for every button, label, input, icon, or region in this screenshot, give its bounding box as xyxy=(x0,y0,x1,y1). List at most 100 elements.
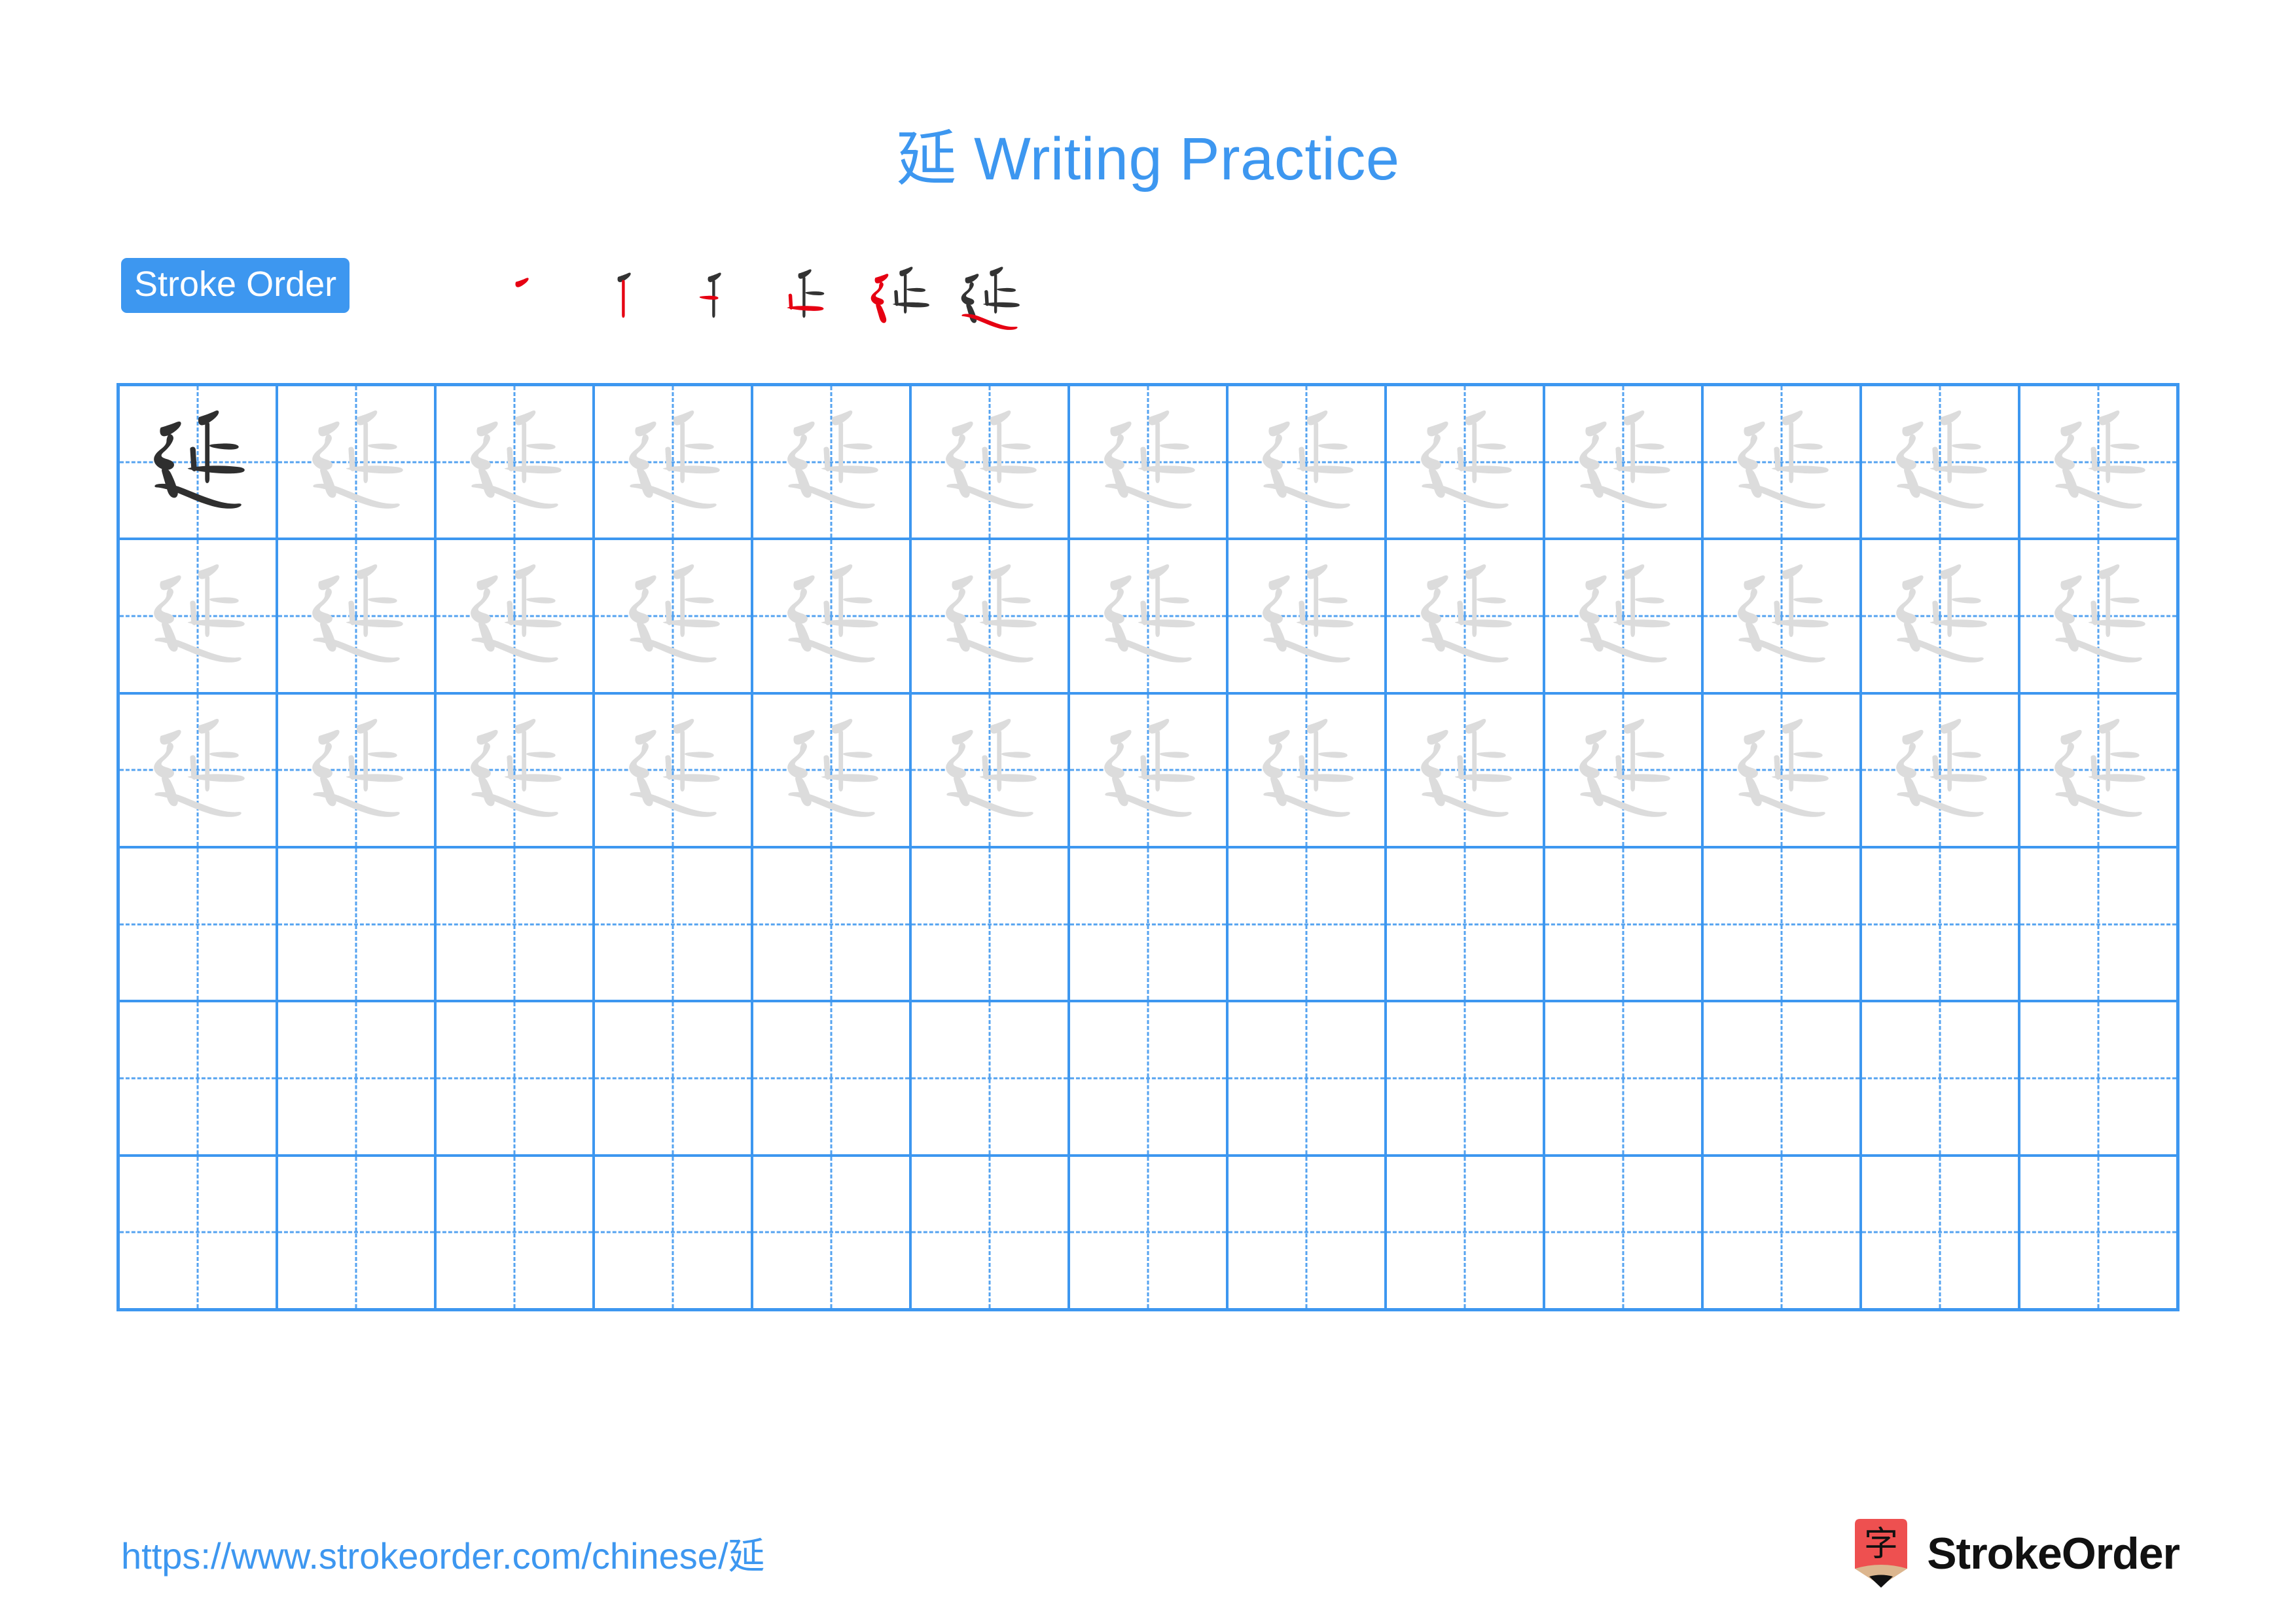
practice-cell-empty[interactable] xyxy=(912,848,1070,1000)
practice-cell-empty[interactable] xyxy=(595,1002,753,1154)
stroke-step-4 xyxy=(766,257,852,343)
practice-cell-trace[interactable] xyxy=(437,540,595,692)
practice-cell-empty[interactable] xyxy=(2020,1002,2176,1154)
practice-cell-empty[interactable] xyxy=(753,848,912,1000)
trace-character xyxy=(120,540,276,691)
trace-character xyxy=(1704,695,1859,846)
practice-cell-trace[interactable] xyxy=(1387,694,1545,846)
practice-cell-empty[interactable] xyxy=(1070,1156,1229,1308)
stroke-2-new xyxy=(622,280,625,318)
practice-cell-trace[interactable] xyxy=(595,540,753,692)
practice-cell-empty[interactable] xyxy=(1704,848,1862,1000)
practice-cell-trace[interactable] xyxy=(278,540,437,692)
practice-grid xyxy=(117,383,2179,1311)
practice-cell-trace[interactable] xyxy=(1545,540,1704,692)
stroke-5-done xyxy=(892,266,930,314)
practice-cell-trace[interactable] xyxy=(1229,540,1387,692)
practice-cell-empty[interactable] xyxy=(912,1002,1070,1154)
trace-character xyxy=(120,695,276,846)
practice-cell-trace[interactable] xyxy=(437,694,595,846)
practice-cell-empty[interactable] xyxy=(1545,848,1704,1000)
practice-cell-empty[interactable] xyxy=(2020,848,2176,1000)
stroke-3-new xyxy=(699,295,719,300)
practice-cell-trace[interactable] xyxy=(2020,540,2176,691)
practice-cell-trace[interactable] xyxy=(120,694,278,846)
practice-cell-empty[interactable] xyxy=(912,1156,1070,1308)
practice-cell-trace[interactable] xyxy=(753,540,912,692)
practice-cell-trace[interactable] xyxy=(1545,694,1704,846)
trace-character xyxy=(1545,540,1701,691)
practice-cell-ink[interactable] xyxy=(120,386,278,538)
practice-cell-empty[interactable] xyxy=(278,848,437,1000)
practice-cell-trace[interactable] xyxy=(1704,540,1862,692)
practice-cell-trace[interactable] xyxy=(595,694,753,846)
practice-cell-empty[interactable] xyxy=(1229,1156,1387,1308)
practice-cell-empty[interactable] xyxy=(1862,848,2020,1000)
trace-character xyxy=(912,386,1067,538)
practice-cell-empty[interactable] xyxy=(437,1002,595,1154)
practice-cell-empty[interactable] xyxy=(753,1002,912,1154)
practice-cell-empty[interactable] xyxy=(1387,848,1545,1000)
practice-cell-trace[interactable] xyxy=(1704,694,1862,846)
practice-cell-empty[interactable] xyxy=(1070,848,1229,1000)
trace-character xyxy=(1387,540,1543,691)
practice-cell-trace[interactable] xyxy=(912,694,1070,846)
source-url-link[interactable]: https://www.strokeorder.com/chinese/延 xyxy=(121,1527,765,1580)
practice-cell-trace[interactable] xyxy=(1070,386,1229,538)
practice-cell-empty[interactable] xyxy=(437,848,595,1000)
practice-cell-trace[interactable] xyxy=(1862,386,2020,538)
practice-cell-empty[interactable] xyxy=(1704,1156,1862,1308)
practice-cell-trace[interactable] xyxy=(278,386,437,538)
practice-cell-trace[interactable] xyxy=(278,694,437,846)
practice-cell-trace[interactable] xyxy=(1704,386,1862,538)
practice-cell-empty[interactable] xyxy=(1545,1156,1704,1308)
practice-cell-empty[interactable] xyxy=(120,1002,278,1154)
practice-cell-trace[interactable] xyxy=(1387,540,1545,692)
stroke-step-2 xyxy=(585,257,672,343)
practice-cell-trace[interactable] xyxy=(1387,386,1545,538)
practice-cell-empty[interactable] xyxy=(437,1156,595,1308)
practice-row xyxy=(120,386,2176,541)
practice-cell-empty[interactable] xyxy=(120,1156,278,1308)
trace-character xyxy=(278,540,434,691)
practice-cell-empty[interactable] xyxy=(1704,1002,1862,1154)
practice-cell-empty[interactable] xyxy=(1862,1156,2020,1308)
practice-cell-trace[interactable] xyxy=(1862,540,2020,692)
practice-row xyxy=(120,540,2176,695)
practice-cell-trace[interactable] xyxy=(753,694,912,846)
practice-cell-trace[interactable] xyxy=(1070,694,1229,846)
stroke-step-5 xyxy=(856,257,942,343)
practice-cell-trace[interactable] xyxy=(912,386,1070,538)
model-character xyxy=(120,386,276,538)
practice-cell-trace[interactable] xyxy=(753,386,912,538)
practice-cell-empty[interactable] xyxy=(278,1002,437,1154)
practice-cell-trace[interactable] xyxy=(437,386,595,538)
practice-cell-empty[interactable] xyxy=(1387,1156,1545,1308)
practice-cell-empty[interactable] xyxy=(595,848,753,1000)
practice-cell-trace[interactable] xyxy=(1545,386,1704,538)
practice-cell-trace[interactable] xyxy=(1070,540,1229,692)
practice-cell-empty[interactable] xyxy=(1387,1002,1545,1154)
practice-cell-trace[interactable] xyxy=(1229,386,1387,538)
practice-cell-empty[interactable] xyxy=(1070,1002,1229,1154)
trace-character xyxy=(1704,540,1859,691)
practice-cell-empty[interactable] xyxy=(595,1156,753,1308)
practice-cell-trace[interactable] xyxy=(2020,386,2176,538)
practice-cell-empty[interactable] xyxy=(1545,1002,1704,1154)
practice-cell-trace[interactable] xyxy=(912,540,1070,692)
practice-cell-empty[interactable] xyxy=(1229,848,1387,1000)
practice-cell-trace[interactable] xyxy=(120,540,278,692)
practice-cell-trace[interactable] xyxy=(2020,695,2176,846)
trace-character xyxy=(1704,386,1859,538)
practice-cell-empty[interactable] xyxy=(120,848,278,1000)
practice-cell-trace[interactable] xyxy=(1229,694,1387,846)
trace-character xyxy=(1229,540,1384,691)
practice-cell-empty[interactable] xyxy=(1862,1002,2020,1154)
practice-cell-trace[interactable] xyxy=(595,386,753,538)
stroke-step-3 xyxy=(675,257,762,343)
practice-cell-empty[interactable] xyxy=(753,1156,912,1308)
practice-cell-empty[interactable] xyxy=(278,1156,437,1308)
practice-cell-empty[interactable] xyxy=(2020,1157,2176,1308)
practice-cell-empty[interactable] xyxy=(1229,1002,1387,1154)
practice-cell-trace[interactable] xyxy=(1862,694,2020,846)
